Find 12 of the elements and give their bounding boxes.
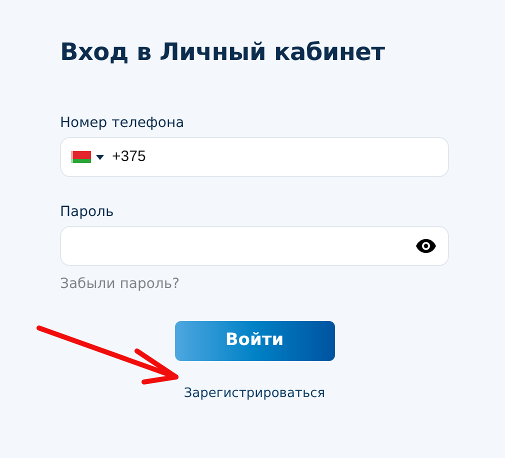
phone-value: +375 [112,146,147,167]
phone-field[interactable]: +375 [60,137,449,177]
caret-icon [96,154,104,160]
password-field[interactable] [60,226,449,266]
page-title: Вход в Личный кабинет [60,37,386,68]
flag-icon [71,151,91,163]
country-selector[interactable] [71,151,104,163]
field-label: Номер телефона [60,114,186,132]
eye-icon[interactable] [416,239,436,253]
register-link[interactable]: Зарегистрироваться [184,384,326,404]
login-button[interactable]: Войти [174,321,334,361]
field-label: Пароль [60,203,115,221]
